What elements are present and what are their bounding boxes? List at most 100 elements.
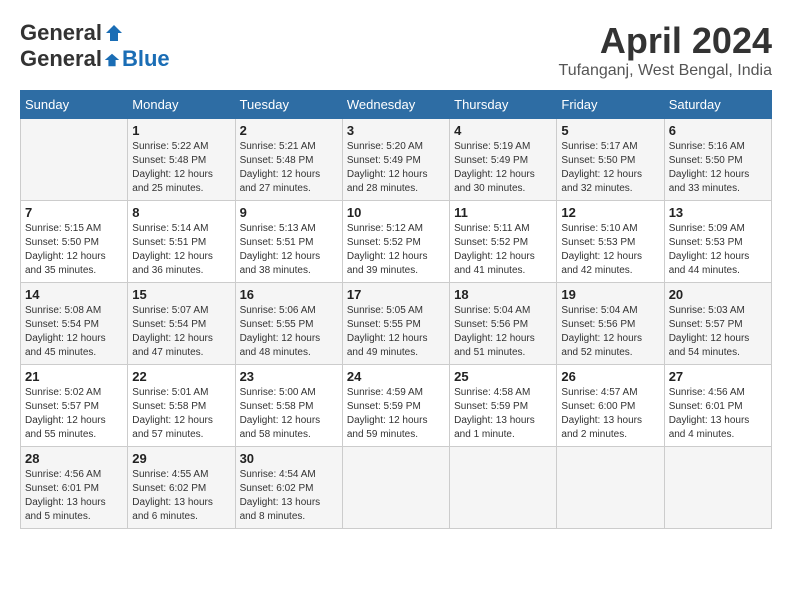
calendar-day-cell: 11 Sunrise: 5:11 AM Sunset: 5:52 PM Dayli… bbox=[450, 201, 557, 283]
day-info: Sunrise: 5:05 AM Sunset: 5:55 PM Dayligh… bbox=[347, 304, 445, 360]
day-info: Sunrise: 5:08 AM Sunset: 5:54 PM Dayligh… bbox=[25, 304, 123, 360]
calendar-week-row: 21Sunrise: 5:02 AM Sunset: 5:57 PM Dayli… bbox=[21, 365, 772, 447]
day-info: Sunrise: 5:09 AM Sunset: 5:53 PM Dayligh… bbox=[669, 222, 767, 278]
calendar-day-cell: 1Sunrise: 5:22 AM Sunset: 5:48 PM Daylig… bbox=[128, 119, 235, 201]
calendar-empty-cell bbox=[450, 447, 557, 529]
calendar-week-row: 14 Sunrise: 5:08 AM Sunset: 5:54 PM Dayli… bbox=[21, 283, 772, 365]
title-block: April 2024 Tufanganj, West Bengal, India bbox=[559, 20, 772, 80]
calendar-day-cell: 27Sunrise: 4:56 AM Sunset: 6:01 PM Dayli… bbox=[664, 365, 771, 447]
calendar-day-cell: 3 Sunrise: 5:20 AM Sunset: 5:49 PM Daylig… bbox=[342, 119, 449, 201]
day-info: Sunrise: 5:19 AM Sunset: 5:49 PM Dayligh… bbox=[454, 140, 552, 196]
day-number: 3 bbox=[347, 123, 445, 138]
day-info: Sunrise: 4:57 AM Sunset: 6:00 PM Dayligh… bbox=[561, 386, 659, 442]
column-header-tuesday: Tuesday bbox=[235, 91, 342, 119]
calendar-day-cell: 16 Sunrise: 5:06 AM Sunset: 5:55 PM Dayli… bbox=[235, 283, 342, 365]
column-header-sunday: Sunday bbox=[21, 91, 128, 119]
calendar-day-cell: 22 Sunrise: 5:01 AM Sunset: 5:58 PM Dayli… bbox=[128, 365, 235, 447]
calendar-day-cell: 20Sunrise: 5:03 AM Sunset: 5:57 PM Dayli… bbox=[664, 283, 771, 365]
calendar-empty-cell bbox=[664, 447, 771, 529]
logo: General General Blue bbox=[20, 20, 170, 72]
month-year-title: April 2024 bbox=[559, 20, 772, 62]
logo-chevron-icon bbox=[103, 51, 121, 69]
day-number: 11 bbox=[454, 205, 552, 220]
day-number: 4 bbox=[454, 123, 552, 138]
day-number: 24 bbox=[347, 369, 445, 384]
day-number: 15 bbox=[132, 287, 230, 302]
day-number: 20 bbox=[669, 287, 767, 302]
calendar-day-cell: 5 Sunrise: 5:17 AM Sunset: 5:50 PM Daylig… bbox=[557, 119, 664, 201]
column-header-monday: Monday bbox=[128, 91, 235, 119]
calendar-day-cell: 14 Sunrise: 5:08 AM Sunset: 5:54 PM Dayli… bbox=[21, 283, 128, 365]
day-number: 13 bbox=[669, 205, 767, 220]
day-info: Sunrise: 5:13 AM Sunset: 5:51 PM Dayligh… bbox=[240, 222, 338, 278]
day-number: 2 bbox=[240, 123, 338, 138]
calendar-empty-cell bbox=[557, 447, 664, 529]
day-number: 29 bbox=[132, 451, 230, 466]
logo-blue-label: Blue bbox=[122, 46, 170, 71]
day-number: 17 bbox=[347, 287, 445, 302]
logo-general-text: General bbox=[20, 20, 102, 46]
calendar-day-cell: 17 Sunrise: 5:05 AM Sunset: 5:55 PM Dayli… bbox=[342, 283, 449, 365]
calendar-day-cell: 13 Sunrise: 5:09 AM Sunset: 5:53 PM Dayli… bbox=[664, 201, 771, 283]
calendar-day-cell: 29 Sunrise: 4:55 AM Sunset: 6:02 PM Dayli… bbox=[128, 447, 235, 529]
day-number: 28 bbox=[25, 451, 123, 466]
calendar-day-cell: 12 Sunrise: 5:10 AM Sunset: 5:53 PM Dayli… bbox=[557, 201, 664, 283]
day-info: Sunrise: 4:56 AM Sunset: 6:01 PM Dayligh… bbox=[669, 386, 767, 442]
day-info: Sunrise: 4:55 AM Sunset: 6:02 PM Dayligh… bbox=[132, 468, 230, 524]
day-number: 5 bbox=[561, 123, 659, 138]
day-info: Sunrise: 5:21 AM Sunset: 5:48 PM Dayligh… bbox=[240, 140, 338, 196]
day-info: Sunrise: 4:58 AM Sunset: 5:59 PM Dayligh… bbox=[454, 386, 552, 442]
calendar-empty-cell bbox=[21, 119, 128, 201]
day-info: Sunrise: 5:17 AM Sunset: 5:50 PM Dayligh… bbox=[561, 140, 659, 196]
calendar-week-row: 28Sunrise: 4:56 AM Sunset: 6:01 PM Dayli… bbox=[21, 447, 772, 529]
day-number: 16 bbox=[240, 287, 338, 302]
calendar-day-cell: 24Sunrise: 4:59 AM Sunset: 5:59 PM Dayli… bbox=[342, 365, 449, 447]
page-header: General General Blue April 2024 Tufanganj… bbox=[20, 20, 772, 80]
calendar-day-cell: 26 Sunrise: 4:57 AM Sunset: 6:00 PM Dayli… bbox=[557, 365, 664, 447]
calendar-day-cell: 28Sunrise: 4:56 AM Sunset: 6:01 PM Dayli… bbox=[21, 447, 128, 529]
day-info: Sunrise: 5:06 AM Sunset: 5:55 PM Dayligh… bbox=[240, 304, 338, 360]
day-info: Sunrise: 5:04 AM Sunset: 5:56 PM Dayligh… bbox=[454, 304, 552, 360]
calendar-day-cell: 7Sunrise: 5:15 AM Sunset: 5:50 PM Daylig… bbox=[21, 201, 128, 283]
logo-general-label: General bbox=[20, 46, 102, 71]
day-number: 10 bbox=[347, 205, 445, 220]
calendar-day-cell: 8Sunrise: 5:14 AM Sunset: 5:51 PM Daylig… bbox=[128, 201, 235, 283]
location-subtitle: Tufanganj, West Bengal, India bbox=[559, 62, 772, 80]
day-number: 25 bbox=[454, 369, 552, 384]
calendar-day-cell: 19 Sunrise: 5:04 AM Sunset: 5:56 PM Dayli… bbox=[557, 283, 664, 365]
calendar-day-cell: 4 Sunrise: 5:19 AM Sunset: 5:49 PM Daylig… bbox=[450, 119, 557, 201]
day-number: 7 bbox=[25, 205, 123, 220]
calendar-header-row: SundayMondayTuesdayWednesdayThursdayFrid… bbox=[21, 91, 772, 119]
day-number: 19 bbox=[561, 287, 659, 302]
day-info: Sunrise: 5:04 AM Sunset: 5:56 PM Dayligh… bbox=[561, 304, 659, 360]
day-info: Sunrise: 5:07 AM Sunset: 5:54 PM Dayligh… bbox=[132, 304, 230, 360]
day-number: 12 bbox=[561, 205, 659, 220]
calendar-day-cell: 15 Sunrise: 5:07 AM Sunset: 5:54 PM Dayli… bbox=[128, 283, 235, 365]
day-number: 21 bbox=[25, 369, 123, 384]
calendar-day-cell: 23Sunrise: 5:00 AM Sunset: 5:58 PM Dayli… bbox=[235, 365, 342, 447]
calendar-day-cell: 25 Sunrise: 4:58 AM Sunset: 5:59 PM Dayli… bbox=[450, 365, 557, 447]
day-info: Sunrise: 5:01 AM Sunset: 5:58 PM Dayligh… bbox=[132, 386, 230, 442]
day-info: Sunrise: 5:12 AM Sunset: 5:52 PM Dayligh… bbox=[347, 222, 445, 278]
day-number: 18 bbox=[454, 287, 552, 302]
day-info: Sunrise: 5:11 AM Sunset: 5:52 PM Dayligh… bbox=[454, 222, 552, 278]
calendar-day-cell: 2 Sunrise: 5:21 AM Sunset: 5:48 PM Daylig… bbox=[235, 119, 342, 201]
day-number: 6 bbox=[669, 123, 767, 138]
day-number: 9 bbox=[240, 205, 338, 220]
calendar-week-row: 1Sunrise: 5:22 AM Sunset: 5:48 PM Daylig… bbox=[21, 119, 772, 201]
day-info: Sunrise: 5:10 AM Sunset: 5:53 PM Dayligh… bbox=[561, 222, 659, 278]
day-info: Sunrise: 5:20 AM Sunset: 5:49 PM Dayligh… bbox=[347, 140, 445, 196]
day-info: Sunrise: 5:16 AM Sunset: 5:50 PM Dayligh… bbox=[669, 140, 767, 196]
day-number: 26 bbox=[561, 369, 659, 384]
calendar-week-row: 7Sunrise: 5:15 AM Sunset: 5:50 PM Daylig… bbox=[21, 201, 772, 283]
day-number: 14 bbox=[25, 287, 123, 302]
calendar-day-cell: 18 Sunrise: 5:04 AM Sunset: 5:56 PM Dayli… bbox=[450, 283, 557, 365]
column-header-thursday: Thursday bbox=[450, 91, 557, 119]
calendar-day-cell: 6 Sunrise: 5:16 AM Sunset: 5:50 PM Daylig… bbox=[664, 119, 771, 201]
day-number: 22 bbox=[132, 369, 230, 384]
calendar-day-cell: 10 Sunrise: 5:12 AM Sunset: 5:52 PM Dayli… bbox=[342, 201, 449, 283]
logo-icon bbox=[104, 23, 124, 43]
day-info: Sunrise: 5:00 AM Sunset: 5:58 PM Dayligh… bbox=[240, 386, 338, 442]
calendar-table: SundayMondayTuesdayWednesdayThursdayFrid… bbox=[20, 90, 772, 529]
column-header-saturday: Saturday bbox=[664, 91, 771, 119]
